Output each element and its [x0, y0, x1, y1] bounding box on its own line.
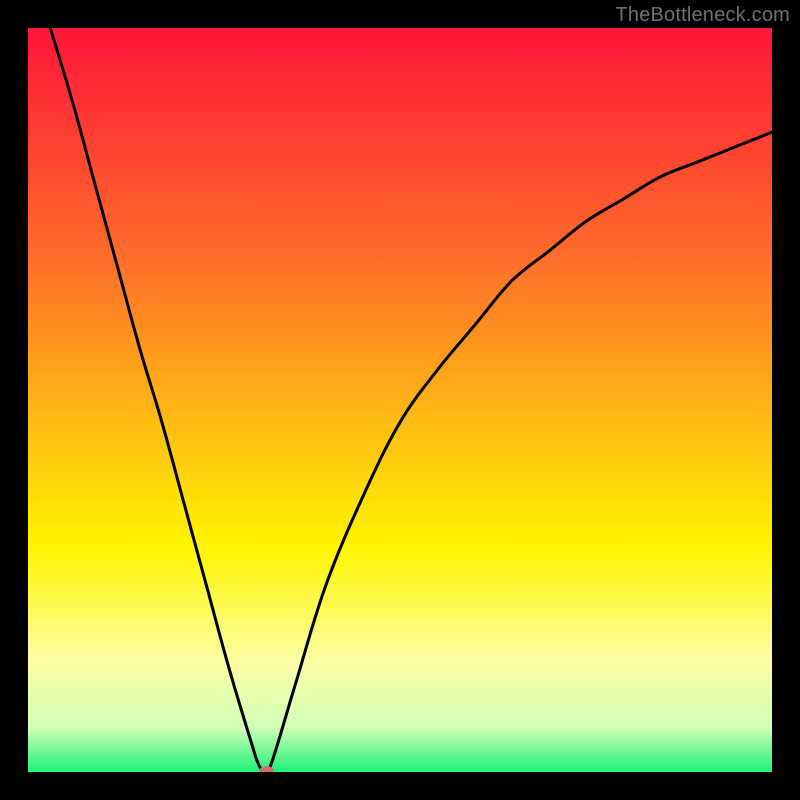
minimum-marker: [259, 766, 274, 772]
plot-area: [28, 28, 772, 772]
chart-frame: TheBottleneck.com: [0, 0, 800, 800]
watermark-text: TheBottleneck.com: [615, 4, 790, 27]
bottleneck-curve: [28, 28, 772, 772]
